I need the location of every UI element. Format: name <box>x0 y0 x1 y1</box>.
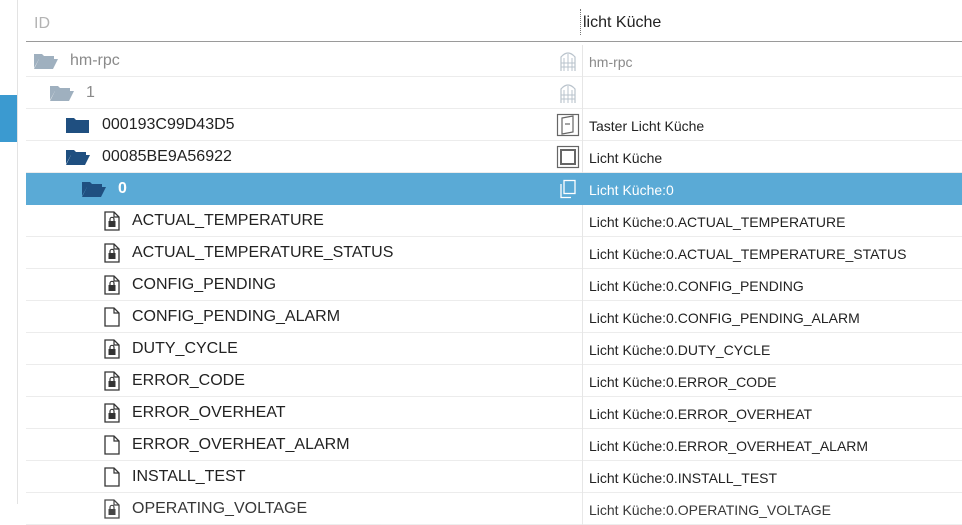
row-name: Licht Küche <box>589 150 663 166</box>
state-readonly-icon <box>104 499 120 524</box>
row-id: 1 <box>86 84 95 101</box>
tree-row-state[interactable]: CONFIG_PENDING_ALARM Licht Küche:0.CONFI… <box>26 301 962 333</box>
state-icon <box>104 467 120 492</box>
row-name: Licht Küche:0.ERROR_OVERHEAT <box>589 406 813 422</box>
left-panel-accent[interactable] <box>0 95 17 142</box>
tree-row-hm-rpc[interactable]: hm-rpc hm-rpc <box>26 45 962 77</box>
tree-row-state[interactable]: OPERATING_VOLTAGE Licht Küche:0.OPERATIN… <box>26 493 962 525</box>
row-id: 00085BE9A56922 <box>102 148 232 165</box>
tree-row-state[interactable]: INSTALL_TEST Licht Küche:0.INSTALL_TEST <box>26 461 962 493</box>
row-name: Licht Küche:0.CONFIG_PENDING <box>589 278 804 294</box>
state-readonly-icon <box>104 339 120 364</box>
row-name: Licht Küche:0.ERROR_OVERHEAT_ALARM <box>589 438 869 454</box>
switch-device-icon <box>556 113 580 142</box>
row-id: ERROR_CODE <box>132 372 245 389</box>
folder-open-icon[interactable] <box>33 51 59 76</box>
id-column-header[interactable]: ID <box>34 15 50 33</box>
row-name: Licht Küche:0.INSTALL_TEST <box>589 470 778 486</box>
row-name: Licht Küche:0.ERROR_CODE <box>589 374 777 390</box>
tree-row-state[interactable]: ERROR_CODE Licht Küche:0.ERROR_CODE <box>26 365 962 397</box>
folder-open-icon[interactable] <box>49 83 75 108</box>
row-id: ERROR_OVERHEAT <box>132 404 286 421</box>
row-id: DUTY_CYCLE <box>132 340 238 357</box>
tree-row-state[interactable]: DUTY_CYCLE Licht Küche:0.DUTY_CYCLE <box>26 333 962 365</box>
state-readonly-icon <box>104 371 120 396</box>
copy-icon[interactable] <box>558 179 578 204</box>
tree-row-state[interactable]: ACTUAL_TEMPERATURE Licht Küche:0.ACTUAL_… <box>26 205 962 237</box>
tree-header: ID <box>26 0 962 42</box>
state-readonly-icon <box>104 211 120 236</box>
state-readonly-icon <box>104 243 120 268</box>
tree-row-state[interactable]: ERROR_OVERHEAT Licht Küche:0.ERROR_OVERH… <box>26 397 962 429</box>
state-icon <box>104 435 120 460</box>
row-name: Licht Küche:0.CONFIG_PENDING_ALARM <box>589 310 860 326</box>
state-icon <box>104 307 120 332</box>
light-device-icon <box>556 145 580 174</box>
adapter-icon <box>556 49 580 78</box>
tree-row-state[interactable]: CONFIG_PENDING Licht Küche:0.CONFIG_PEND… <box>26 269 962 301</box>
row-name: Licht Küche:0.ACTUAL_TEMPERATURE_STATUS <box>589 246 907 262</box>
row-id: INSTALL_TEST <box>132 468 246 485</box>
folder-open-icon[interactable] <box>65 147 91 172</box>
row-name: Taster Licht Küche <box>589 118 705 134</box>
folder-open-icon[interactable] <box>81 179 107 204</box>
tree-row-channel[interactable]: 0 Licht Küche:0 <box>26 173 962 205</box>
row-id: CONFIG_PENDING_ALARM <box>132 308 341 325</box>
tree-row-instance[interactable]: 1 <box>26 77 962 109</box>
row-id: ACTUAL_TEMPERATURE <box>132 212 324 229</box>
row-name: Licht Küche:0.OPERATING_VOLTAGE <box>589 502 831 518</box>
tree-row-state[interactable]: ERROR_OVERHEAT_ALARM Licht Küche:0.ERROR… <box>26 429 962 461</box>
state-readonly-icon <box>104 275 120 300</box>
tree-row-device[interactable]: 00085BE9A56922 Licht Küche <box>26 141 962 173</box>
left-panel-edge <box>0 0 18 504</box>
row-id: hm-rpc <box>70 52 120 69</box>
row-id: ERROR_OVERHEAT_ALARM <box>132 436 350 453</box>
row-name: Licht Küche:0 <box>589 182 674 198</box>
row-name: hm-rpc <box>589 54 633 70</box>
name-filter-input[interactable] <box>583 10 959 36</box>
tree-row-state[interactable]: ACTUAL_TEMPERATURE_STATUS Licht Küche:0.… <box>26 237 962 269</box>
column-resize-handle[interactable] <box>580 9 581 35</box>
row-id: CONFIG_PENDING <box>132 276 277 293</box>
row-id: 000193C99D43D5 <box>102 116 235 133</box>
row-name: Licht Küche:0.DUTY_CYCLE <box>589 342 771 358</box>
folder-closed-icon[interactable] <box>65 115 91 140</box>
row-name: Licht Küche:0.ACTUAL_TEMPERATURE <box>589 214 846 230</box>
state-readonly-icon <box>104 403 120 428</box>
row-id: OPERATING_VOLTAGE <box>132 500 308 517</box>
tree-row-device[interactable]: 000193C99D43D5 Taster Licht Küche <box>26 109 962 141</box>
row-id: 0 <box>118 180 127 197</box>
instance-icon <box>556 81 580 110</box>
row-id: ACTUAL_TEMPERATURE_STATUS <box>132 244 394 261</box>
